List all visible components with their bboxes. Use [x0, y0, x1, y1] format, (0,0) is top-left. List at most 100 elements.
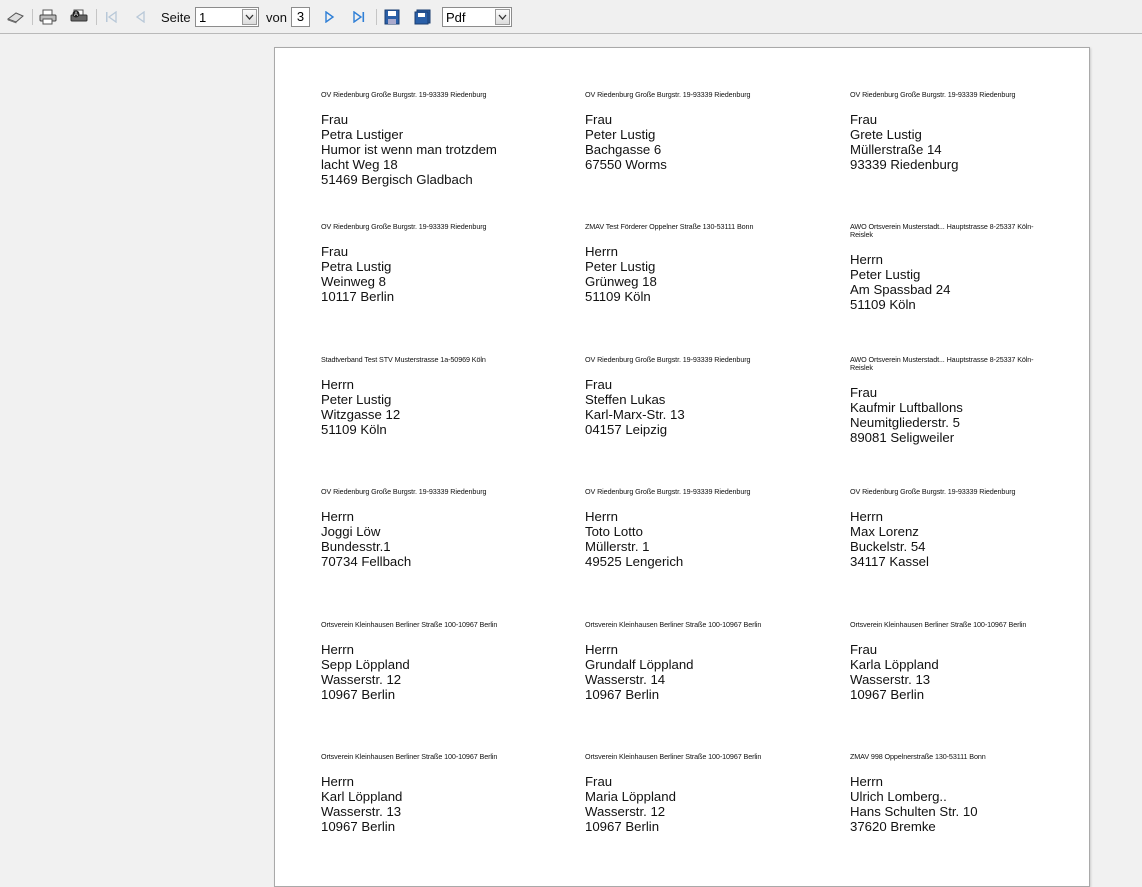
address-line: Frau	[585, 377, 613, 392]
last-page-icon[interactable]	[350, 7, 368, 27]
address-label: OV Riedenburg Große Burgstr. 19-93339 Ri…	[585, 91, 835, 173]
save-all-icon[interactable]	[412, 7, 434, 27]
address-line: Herrn	[850, 252, 883, 267]
address-line: Herrn	[585, 244, 618, 259]
sender-line: OV Riedenburg Große Burgstr. 19-93339 Ri…	[585, 487, 751, 496]
address-label: AWO Ortsverein Musterstadt... Hauptstras…	[850, 223, 1100, 313]
sender-line: OV Riedenburg Große Burgstr. 19-93339 Ri…	[321, 487, 487, 496]
address-line: Petra Lustig	[321, 259, 392, 274]
recipient-address: Herrn Toto Lotto Müllerstr. 1 49525 Lengeri…	[585, 509, 835, 569]
address-label: OV Riedenburg Große Burgstr. 19-93339 Ri…	[321, 223, 571, 305]
address-line: Witzgasse 12	[321, 407, 401, 422]
recipient-address: Frau Petra Lustig Weinweg 8 10117 Berlin	[321, 244, 571, 304]
address-line: Grundalf Löppland	[585, 657, 694, 672]
address-line: Hans Schulten Str. 10	[850, 804, 978, 819]
recipient-address: Frau Kaufmir Luftballons Neumitgliederstr.…	[850, 385, 1100, 445]
first-page-icon[interactable]	[102, 7, 120, 27]
address-label: Ortsverein Kleinhausen Berliner Straße 1…	[850, 620, 1100, 703]
address-line: Toto Lotto	[585, 524, 643, 539]
address-label: Ortsverein Kleinhausen Berliner Straße 1…	[585, 620, 835, 703]
page-label: Seite	[161, 10, 191, 25]
export-format-value: Pdf	[446, 10, 466, 25]
address-label: OV Riedenburg Große Burgstr. 19-93339 Ri…	[850, 487, 1100, 570]
address-line: 10967 Berlin	[321, 687, 396, 702]
recipient-address: Herrn Peter Lustig Witzgasse 12 51109 Köln	[321, 377, 571, 437]
recipient-address: Frau Steffen Lukas Karl-Marx-Str. 13 04157 …	[585, 377, 835, 437]
page-select[interactable]: 1	[195, 7, 259, 27]
address-line: Frau	[321, 112, 349, 127]
address-label: AWO Ortsverein Musterstadt... Hauptstras…	[850, 355, 1100, 446]
address-line: Frau	[585, 774, 613, 789]
address-line: Bachgasse 6	[585, 142, 662, 157]
address-line: Herrn	[321, 642, 354, 657]
address-line: Am Spassbad 24	[850, 282, 951, 297]
recipient-address: Herrn Karl Löppland Wasserstr. 13 10967 Ber…	[321, 774, 571, 834]
address-line: Peter Lustig	[850, 267, 921, 282]
address-line: Joggi Löw	[321, 524, 381, 539]
address-line: Ulrich Lomberg..	[850, 789, 947, 804]
address-line: 51469 Bergisch Gladbach	[321, 172, 473, 187]
recipient-address: Herrn Max Lorenz Buckelstr. 54 34117 Kassel	[850, 509, 1100, 569]
address-label: OV Riedenburg Große Burgstr. 19-93339 Ri…	[585, 487, 835, 570]
address-label: OV Riedenburg Große Burgstr. 19-93339 Ri…	[321, 90, 571, 188]
address-line: Frau	[850, 642, 878, 657]
address-line: Wasserstr. 13	[321, 804, 402, 819]
address-line: 67550 Worms	[585, 157, 667, 172]
address-line: 51109 Köln	[850, 297, 916, 312]
recipient-address: Frau Petra Lustiger Humor ist wenn man tro…	[321, 112, 571, 187]
print-icon[interactable]	[38, 7, 58, 27]
sender-line: OV Riedenburg Große Burgstr. 19-93339 Ri…	[321, 90, 487, 99]
address-line: Herrn	[321, 774, 354, 789]
svg-text:A: A	[74, 12, 78, 18]
address-line: Karl Löppland	[321, 789, 403, 804]
address-line: Wasserstr. 12	[585, 804, 666, 819]
sender-line: ZMAV 998 Oppelnerstraße 130-53111 Bonn	[850, 752, 986, 761]
address-line: Frau	[850, 112, 878, 127]
sender-line: OV Riedenburg Große Burgstr. 19-93339 Ri…	[850, 487, 1016, 496]
sender-line: Ortsverein Kleinhausen Berliner Straße 1…	[850, 620, 1027, 629]
address-line: Humor ist wenn man trotzdem	[321, 142, 497, 157]
chevron-down-icon[interactable]	[242, 9, 257, 25]
sender-line: OV Riedenburg Große Burgstr. 19-93339 Ri…	[585, 355, 751, 364]
address-line: Karl-Marx-Str. 13	[585, 407, 685, 422]
refresh-icon[interactable]	[6, 7, 26, 27]
address-line: Wasserstr. 13	[850, 672, 931, 687]
address-line: 10967 Berlin	[321, 819, 396, 834]
address-line: Weinweg 8	[321, 274, 386, 289]
address-line: Max Lorenz	[850, 524, 919, 539]
address-line: Bundesstr.1	[321, 539, 391, 554]
recipient-address: Frau Grete Lustig Müllerstraße 14 93339 Rie…	[850, 112, 1100, 172]
save-icon[interactable]	[382, 7, 402, 27]
sender-line: AWO Ortsverein Musterstadt... Hauptstras…	[850, 355, 1034, 372]
of-label: von	[266, 10, 287, 25]
address-label: Ortsverein Kleinhausen Berliner Straße 1…	[321, 753, 571, 835]
chevron-down-icon[interactable]	[495, 9, 510, 25]
address-line: Karla Löppland	[850, 657, 939, 672]
recipient-address: Herrn Joggi Löw Bundesstr.1 70734 Fellbach	[321, 509, 571, 569]
address-line: 37620 Bremke	[850, 819, 936, 834]
page-select-value: 1	[199, 10, 207, 25]
address-line: Wasserstr. 12	[321, 672, 402, 687]
next-page-icon[interactable]	[320, 7, 338, 27]
sender-line: Ortsverein Kleinhausen Berliner Straße 1…	[321, 620, 498, 629]
export-format-select[interactable]: Pdf	[442, 7, 512, 27]
address-line: Herrn	[321, 509, 354, 524]
address-line: Sepp Löppland	[321, 657, 410, 672]
print-setup-icon[interactable]: A	[68, 7, 90, 27]
address-line: Frau	[321, 244, 349, 259]
recipient-address: Herrn Grundalf Löppland Wasserstr. 14 10967…	[585, 642, 835, 702]
address-line: Steffen Lukas	[585, 392, 666, 407]
address-line: Kaufmir Luftballons	[850, 400, 963, 415]
address-line: 10967 Berlin	[585, 819, 660, 834]
recipient-address: Frau Maria Löppland Wasserstr. 12 10967 Ber…	[585, 774, 835, 834]
prev-page-icon[interactable]	[132, 7, 150, 27]
address-line: Herrn	[321, 377, 354, 392]
address-line: 51109 Köln	[585, 289, 651, 304]
address-line: Herrn	[585, 509, 618, 524]
address-line: Grünweg 18	[585, 274, 657, 289]
report-toolbar: A Seite 1 von 3 Pdf	[0, 0, 1142, 34]
address-line: Maria Löppland	[585, 789, 676, 804]
address-line: Frau	[850, 385, 878, 400]
sender-line: Ortsverein Kleinhausen Berliner Straße 1…	[585, 620, 762, 629]
address-label: Stadtverband Test STV Musterstrasse 1a-5…	[321, 356, 571, 438]
